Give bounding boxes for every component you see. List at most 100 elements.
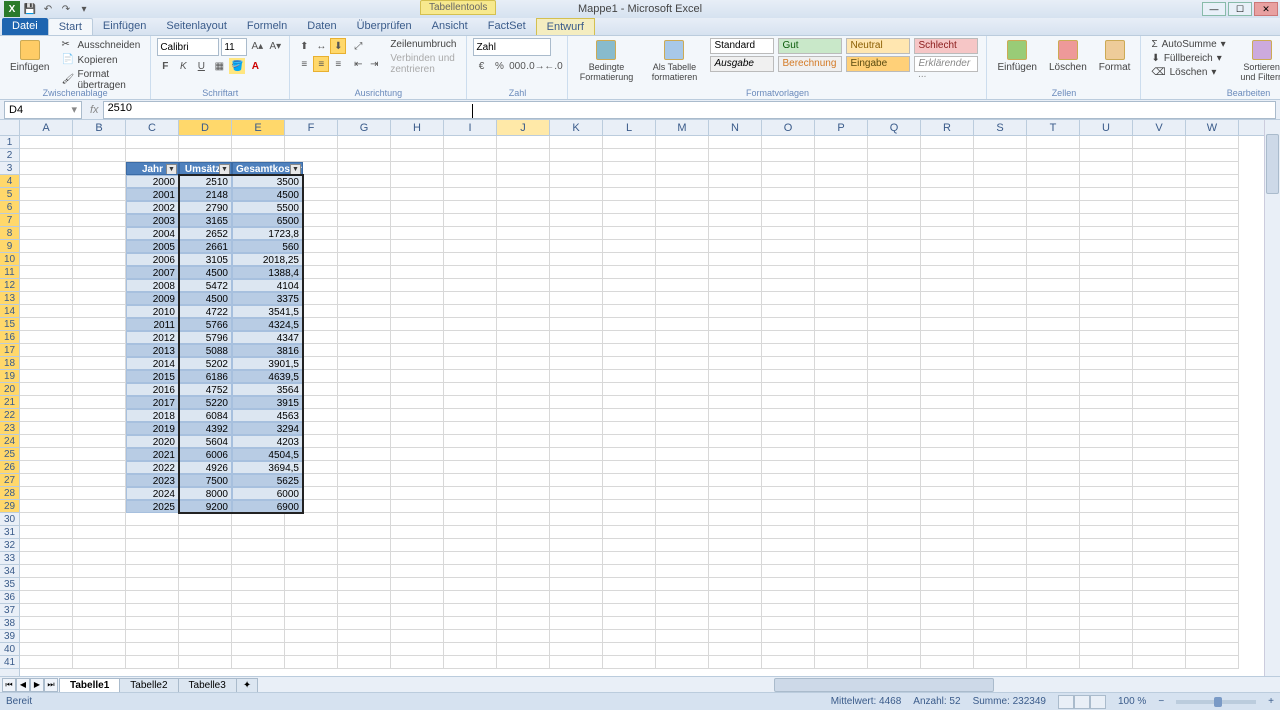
cell[interactable] [20, 500, 73, 513]
cell[interactable] [285, 656, 338, 669]
cell[interactable] [921, 214, 974, 227]
table-cell[interactable]: 5796 [179, 331, 232, 344]
cell[interactable] [497, 292, 550, 305]
zoom-percent[interactable]: 100 % [1118, 696, 1146, 707]
cell[interactable] [338, 396, 391, 409]
cell[interactable] [1080, 604, 1133, 617]
cell[interactable] [285, 604, 338, 617]
cell[interactable] [285, 565, 338, 578]
tab-ueberpruefen[interactable]: Überprüfen [347, 18, 422, 35]
align-right-button[interactable]: ≡ [330, 56, 346, 72]
cell[interactable] [815, 383, 868, 396]
cell[interactable] [1027, 617, 1080, 630]
table-cell[interactable]: 3816 [232, 344, 303, 357]
cell[interactable] [391, 357, 444, 370]
cell[interactable] [550, 227, 603, 240]
cell[interactable] [20, 552, 73, 565]
cell[interactable] [815, 643, 868, 656]
table-cell[interactable]: 5766 [179, 318, 232, 331]
cell[interactable] [497, 331, 550, 344]
table-cell[interactable]: 2025 [126, 500, 179, 513]
font-size-combo[interactable] [221, 38, 247, 56]
style-berechnung[interactable]: Berechnung [778, 56, 842, 72]
cell[interactable] [762, 539, 815, 552]
cell[interactable] [73, 162, 126, 175]
cell[interactable] [285, 643, 338, 656]
sheet-nav-prev[interactable]: ◀ [16, 678, 30, 692]
cell[interactable] [550, 617, 603, 630]
cell[interactable] [444, 513, 497, 526]
cell[interactable] [497, 149, 550, 162]
cell[interactable] [1027, 409, 1080, 422]
cell[interactable] [974, 266, 1027, 279]
cell[interactable] [921, 461, 974, 474]
bold-button[interactable]: F [157, 58, 173, 74]
cell[interactable] [20, 305, 73, 318]
cell[interactable] [1080, 266, 1133, 279]
cell[interactable] [497, 305, 550, 318]
row-header-31[interactable]: 31 [0, 526, 19, 539]
cell[interactable] [868, 331, 921, 344]
cell[interactable] [1133, 500, 1186, 513]
cell[interactable] [974, 292, 1027, 305]
cell[interactable] [603, 214, 656, 227]
row-header-4[interactable]: 4 [0, 175, 19, 188]
cell[interactable] [232, 643, 285, 656]
cell[interactable] [974, 422, 1027, 435]
cell[interactable] [338, 500, 391, 513]
cell[interactable] [232, 565, 285, 578]
cell[interactable] [73, 578, 126, 591]
table-cell[interactable]: 2148 [179, 188, 232, 201]
cell[interactable] [338, 578, 391, 591]
table-header[interactable]: Umsätze▼ [179, 162, 232, 175]
cell[interactable] [974, 435, 1027, 448]
cell[interactable] [391, 500, 444, 513]
cell[interactable] [391, 227, 444, 240]
cell[interactable] [921, 604, 974, 617]
cell[interactable] [974, 240, 1027, 253]
table-cell[interactable]: 2652 [179, 227, 232, 240]
cell[interactable] [1027, 175, 1080, 188]
cell[interactable] [815, 422, 868, 435]
cell[interactable] [656, 643, 709, 656]
cell[interactable] [1027, 292, 1080, 305]
minimize-button[interactable]: — [1202, 2, 1226, 16]
table-cell[interactable]: 5604 [179, 435, 232, 448]
cell[interactable] [1133, 136, 1186, 149]
cell[interactable] [338, 422, 391, 435]
cell[interactable] [656, 344, 709, 357]
cell[interactable] [868, 188, 921, 201]
cell[interactable] [338, 227, 391, 240]
cell[interactable] [709, 409, 762, 422]
cell[interactable] [338, 565, 391, 578]
cell[interactable] [815, 201, 868, 214]
row-header-30[interactable]: 30 [0, 513, 19, 526]
col-header-L[interactable]: L [603, 120, 656, 135]
col-header-F[interactable]: F [285, 120, 338, 135]
cell[interactable] [550, 552, 603, 565]
cell[interactable] [444, 318, 497, 331]
cell[interactable] [444, 539, 497, 552]
cell[interactable] [603, 357, 656, 370]
cell[interactable] [1027, 656, 1080, 669]
cell[interactable] [497, 539, 550, 552]
cell[interactable] [232, 617, 285, 630]
cell[interactable] [550, 396, 603, 409]
cell[interactable] [391, 591, 444, 604]
cell[interactable] [550, 188, 603, 201]
cell[interactable] [179, 643, 232, 656]
cell[interactable] [709, 227, 762, 240]
cell[interactable] [391, 344, 444, 357]
col-header-U[interactable]: U [1080, 120, 1133, 135]
cell[interactable] [709, 591, 762, 604]
cell[interactable] [1027, 539, 1080, 552]
table-cell[interactable]: 2019 [126, 422, 179, 435]
table-cell[interactable]: 4104 [232, 279, 303, 292]
cell[interactable] [338, 513, 391, 526]
cell[interactable] [815, 344, 868, 357]
cell[interactable] [868, 643, 921, 656]
cell[interactable] [762, 318, 815, 331]
cell[interactable] [497, 370, 550, 383]
cell[interactable] [338, 162, 391, 175]
cell[interactable] [1080, 396, 1133, 409]
